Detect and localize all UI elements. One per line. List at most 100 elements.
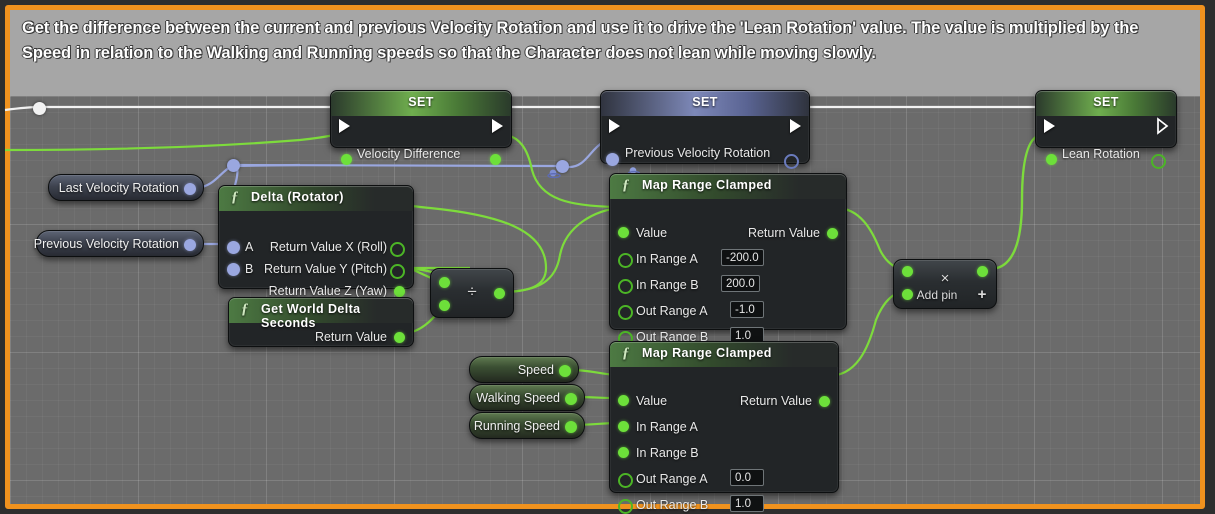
getter-label: Walking Speed [476,391,560,405]
getter-label: Previous Velocity Rotation [33,237,179,251]
mrc1-in-range-a-label: In Range A [636,252,698,266]
mrc2-out-range-a-label: Out Range A [636,472,708,486]
mrc2-out-range-b-pin[interactable] [618,499,633,514]
node-title: SET [692,95,718,109]
lean-rotation-input-pin[interactable] [1046,154,1057,165]
node-title: Map Range Clamped [642,346,772,360]
multiply-node[interactable]: × Add pin + [893,259,997,309]
delta-output-y-pin[interactable] [390,264,405,279]
exec-reroute-knot[interactable] [33,102,46,115]
mrc2-value-pin[interactable] [618,395,629,406]
lean-rotation-output-pin[interactable] [1151,154,1166,169]
mrc1-in-range-b-pin[interactable] [618,279,633,294]
add-pin-label[interactable]: Add pin [894,288,980,302]
mrc2-in-range-a-pin[interactable] [618,421,629,432]
mrc2-value-label: Value [636,394,668,408]
velocity-difference-output-pin[interactable] [490,154,501,165]
mrc1-out-range-a-label: Out Range A [636,304,708,318]
delta-output-z-pin[interactable] [394,286,405,297]
mrc2-return-value-pin[interactable] [819,396,830,407]
mrc2-in-range-b-label: In Range B [636,446,699,460]
node-title: Delta (Rotator) [251,190,344,204]
getter-label: Running Speed [473,419,560,433]
exec-out-arrow[interactable] [1156,117,1170,135]
multiply-output-pin[interactable] [977,266,988,277]
getter-last-velocity-rotation[interactable]: Last Velocity Rotation [48,174,204,201]
function-icon: ƒ [231,189,239,205]
mrc1-out-range-a-input[interactable]: -1.0 [730,301,764,318]
getter-walking-speed[interactable]: Walking Speed [469,384,585,411]
mrc1-in-range-b-label: In Range B [636,278,699,292]
exec-in-arrow[interactable] [609,119,620,133]
running-speed-output-pin[interactable] [565,421,577,433]
set-previous-velocity-rotation-node[interactable]: SET Previous Velocity Rotation [600,90,810,176]
set-velocity-difference-node[interactable]: SET Velocity Difference [330,90,512,165]
add-pin-plus-icon[interactable]: + [976,286,988,303]
exec-out-arrow[interactable] [492,119,503,133]
function-icon: ƒ [622,345,630,361]
exec-out-arrow[interactable] [790,119,801,133]
walking-speed-output-pin[interactable] [565,393,577,405]
comment-box[interactable]: Get the difference between the current a… [5,5,1205,509]
function-icon: ƒ [622,177,630,193]
node-header: ƒ Get World Delta Seconds [229,298,413,330]
comment-text: Get the difference between the current a… [22,19,1139,62]
exec-in-arrow[interactable] [339,119,350,133]
mrc2-out-range-b-label: Out Range B [636,498,709,512]
set-lean-rotation-node[interactable]: SET Lean Rotation [1035,90,1177,169]
node-header: SET [1036,91,1176,116]
mrc2-out-range-a-input[interactable]: 0.0 [730,469,764,486]
map-range-clamped-node-1[interactable]: ƒ Map Range Clamped Value Return Value I… [609,173,847,346]
exec-in-arrow[interactable] [1044,119,1055,133]
previous-velocity-rotation-input-pin[interactable] [606,153,619,166]
getter-label: Speed [517,363,554,377]
mrc2-out-range-b-input[interactable]: 1.0 [730,495,764,512]
gwds-return-value-pin[interactable] [394,332,405,343]
data-reroute-knot-1[interactable] [227,159,240,172]
delta-rotator-node[interactable]: ƒ Delta (Rotator) A B Return Value X (Ro… [218,185,414,298]
divide-output-pin[interactable] [494,288,505,299]
node-title: SET [1093,95,1119,109]
node-header: ƒ Map Range Clamped [610,174,846,199]
mrc1-value-label: Value [636,226,668,240]
getter-speed[interactable]: Speed [469,356,579,383]
delta-input-a-pin[interactable] [227,241,240,254]
mrc1-return-value-label: Return Value [747,226,820,240]
getter-running-speed[interactable]: Running Speed [469,412,585,439]
gwds-return-value-label: Return Value [314,330,387,344]
previous-velocity-rotation-label: Previous Velocity Rotation [625,146,771,160]
mrc1-return-value-pin[interactable] [827,228,838,239]
mrc2-in-range-b-pin[interactable] [618,447,629,458]
node-title: Map Range Clamped [642,178,772,192]
map-range-clamped-node-2[interactable]: ƒ Map Range Clamped Value Return Value I… [609,341,839,514]
node-title: SET [408,95,434,109]
node-header: ƒ Map Range Clamped [610,342,838,367]
mrc1-in-range-a-pin[interactable] [618,253,633,268]
mrc1-in-range-a-input[interactable]: -200.0 [721,249,764,266]
previous-velocity-rotation-output-pin[interactable] [784,154,799,169]
last-velocity-rotation-output-pin[interactable] [184,183,196,195]
velocity-difference-input-pin[interactable] [341,154,352,165]
mrc2-return-value-label: Return Value [739,394,812,408]
get-world-delta-seconds-node[interactable]: ƒ Get World Delta Seconds Return Value [228,297,414,347]
getter-label: Last Velocity Rotation [58,181,179,195]
velocity-difference-label: Velocity Difference [357,147,461,161]
delta-output-x-pin[interactable] [390,242,405,257]
mrc1-value-pin[interactable] [618,227,629,238]
mrc1-in-range-b-input[interactable]: 200.0 [721,275,760,292]
mrc2-in-range-a-label: In Range A [636,420,698,434]
node-header: SET [331,91,511,116]
node-header: ƒ Delta (Rotator) [219,186,413,211]
function-icon: ƒ [241,301,249,317]
divide-node[interactable]: ÷ [430,268,514,318]
delta-input-b-label: B [245,262,254,276]
delta-input-b-pin[interactable] [227,263,240,276]
lean-rotation-label: Lean Rotation [1062,147,1140,161]
getter-previous-velocity-rotation[interactable]: Previous Velocity Rotation [33,230,204,257]
mrc1-out-range-a-pin[interactable] [618,305,633,320]
previous-velocity-rotation-getter-output-pin[interactable] [184,239,196,251]
speed-output-pin[interactable] [559,365,571,377]
mrc2-out-range-a-pin[interactable] [618,473,633,488]
rotator-type-icon-reroute [547,169,561,179]
blueprint-graph-canvas[interactable]: Get the difference between the current a… [0,0,1215,514]
